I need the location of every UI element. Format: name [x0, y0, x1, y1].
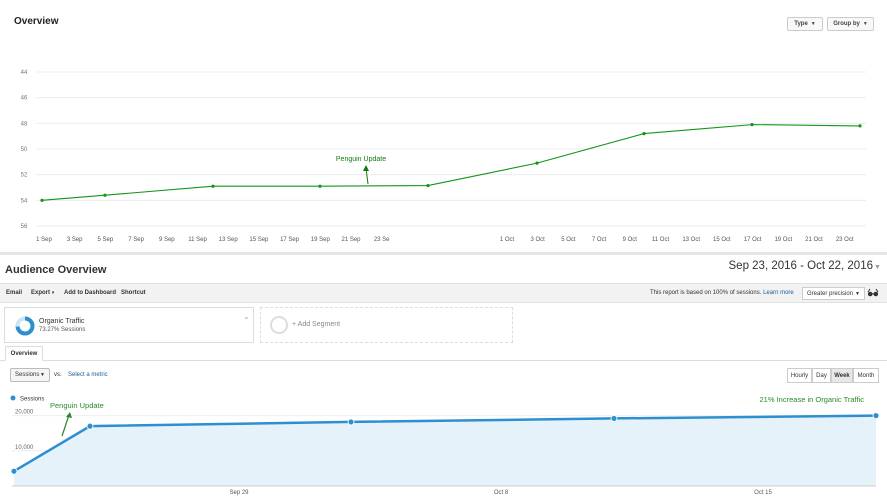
x-tick-label: 9 Oct [623, 237, 638, 243]
metric-select-label: Sessions [15, 372, 40, 378]
segment-name: Organic Traffic [39, 318, 85, 325]
traffic-increase-annotation: 21% Increase in Organic Traffic [760, 395, 865, 404]
y-tick-label: 56 [21, 224, 28, 230]
x-tick-label: 15 Oct [713, 237, 731, 243]
x-tick-label: 21 Oct [805, 237, 823, 243]
audience-overview-title: Audience Overview [5, 264, 107, 276]
email-button[interactable]: Email [6, 290, 22, 296]
x-tick-label: 5 Sep [98, 237, 114, 243]
x-tick-label: 11 Oct [652, 237, 670, 243]
y-tick-label: 20,000 [15, 410, 34, 416]
caret-down-icon: ▾ [51, 290, 55, 296]
chevron-down-icon[interactable]: ▼ [874, 264, 881, 271]
add-segment-button[interactable]: + Add Segment [260, 307, 513, 343]
empty-segment-circle-icon [270, 316, 288, 334]
x-tick-label: 17 Oct [744, 237, 762, 243]
segment-organic-traffic[interactable]: Organic Traffic 73.27% Sessions ⌄ [4, 307, 254, 343]
segment-percentage: 73.27% Sessions [39, 327, 86, 333]
add-segment-label: + Add Segment [292, 321, 341, 328]
week-button[interactable]: Week [831, 368, 853, 383]
x-tick-label: 3 Sep [67, 237, 83, 243]
export-label: Export [31, 290, 51, 296]
ranking-data-point [318, 184, 322, 188]
x-tick-label: 5 Oct [561, 237, 576, 243]
y-tick-label: 44 [21, 70, 28, 76]
sessions-data-point [610, 415, 618, 422]
sessions-area-chart: Sessions 20,000 10,000 Sep 29 Oct 8 Oct 15 Pen… [10, 395, 880, 496]
day-button[interactable]: Day [812, 368, 831, 383]
x-tick-label: 9 Sep [159, 237, 175, 243]
annotation-arrow-shaft [61, 414, 70, 437]
ranking-line-chart: 44 46 48 50 52 54 56 1 Sep 3 Sep 5 Sep 7 Sep 9 Sep 1… [21, 70, 866, 243]
x-tick-label: 13 Sep [219, 237, 239, 243]
sampling-note-text: This report is based on 100% of sessions… [650, 290, 762, 296]
vs-label: vs. [54, 372, 62, 378]
x-tick-label: 1 Sep [36, 237, 52, 243]
ranking-data-point [426, 183, 430, 188]
legend-dot-icon [10, 395, 16, 401]
x-tick-label: 7 Oct [592, 237, 607, 243]
report-toolbar: Email Export ▾ Add to Dashboard Shortcut… [0, 283, 887, 303]
sessions-data-point [86, 422, 94, 430]
x-tick-label: 1 Oct [500, 237, 515, 243]
y-tick-label: 48 [21, 121, 28, 127]
export-button[interactable]: Export ▾ [31, 290, 54, 296]
panel-separator [0, 252, 887, 255]
sessions-data-point [872, 412, 880, 420]
month-button[interactable]: Month [853, 368, 879, 383]
precision-select[interactable]: Greater precision ▼ [802, 287, 865, 300]
date-range-picker[interactable]: Sep 23, 2016 - Oct 22, 2016 [729, 260, 874, 272]
sampling-note: This report is based on 100% of sessions… [650, 290, 794, 296]
x-tick-label: 19 Sep [311, 237, 331, 243]
ranking-series-line [41, 124, 861, 201]
select-metric-link[interactable]: Select a metric [68, 372, 108, 378]
precision-select-label: Greater precision [807, 290, 854, 297]
legend-sessions-label: Sessions [20, 397, 44, 403]
tab-bar: Overview [0, 345, 887, 361]
annotation-arrow-head [66, 412, 72, 418]
x-tick-label: 3 Oct [531, 237, 546, 243]
x-tick-label: Oct 8 [494, 490, 509, 496]
ranking-data-point [642, 132, 646, 136]
x-tick-label: 15 Sep [249, 237, 269, 243]
x-tick-label: 13 Oct [682, 237, 700, 243]
caret-down-icon: ▼ [855, 290, 860, 297]
sampling-glasses-icon[interactable] [867, 288, 879, 298]
x-tick-label: Oct 15 [754, 490, 772, 496]
ranking-data-point [40, 198, 44, 202]
shortcut-button[interactable]: Shortcut [121, 290, 146, 296]
hourly-button[interactable]: Hourly [787, 368, 812, 383]
caret-down-icon: ▼ [40, 372, 45, 378]
ranking-data-point [750, 123, 754, 127]
y-tick-label: 10,000 [15, 445, 34, 451]
x-tick-label: 7 Sep [128, 237, 144, 243]
x-tick-label: 23 Se [374, 237, 390, 243]
y-tick-label: 54 [21, 198, 28, 204]
x-tick-label: 11 Sep [188, 237, 207, 243]
annotation-arrow-head [363, 165, 369, 171]
chevron-down-icon[interactable]: ⌄ [243, 312, 250, 321]
penguin-update-annotation: Penguin Update [50, 401, 104, 410]
ranking-data-point [535, 161, 539, 165]
add-to-dashboard-button[interactable]: Add to Dashboard [64, 290, 116, 296]
y-tick-label: 50 [21, 147, 28, 153]
ranking-data-point [211, 184, 215, 188]
ranking-data-point [858, 124, 862, 128]
metric-select[interactable]: Sessions ▼ [10, 368, 50, 382]
y-tick-label: 46 [21, 96, 28, 102]
x-tick-label: Sep 29 [229, 490, 249, 496]
x-tick-label: 21 Sep [341, 237, 361, 243]
learn-more-link[interactable]: Learn more [763, 290, 794, 296]
sessions-data-point [10, 467, 18, 475]
overview-panel: Overview Type ▼ Group by ▼ 44 46 48 50 52 54 5… [0, 0, 887, 252]
x-tick-label: 17 Sep [280, 237, 300, 243]
segment-donut-icon [15, 316, 35, 336]
ranking-data-point [103, 193, 107, 197]
sessions-data-point [347, 418, 355, 426]
x-tick-label: 19 Oct [774, 237, 792, 243]
y-tick-label: 52 [21, 173, 28, 179]
x-tick-label: 23 Oct [836, 237, 854, 243]
penguin-update-annotation: Penguin Update [336, 156, 386, 163]
tab-overview[interactable]: Overview [5, 346, 43, 361]
